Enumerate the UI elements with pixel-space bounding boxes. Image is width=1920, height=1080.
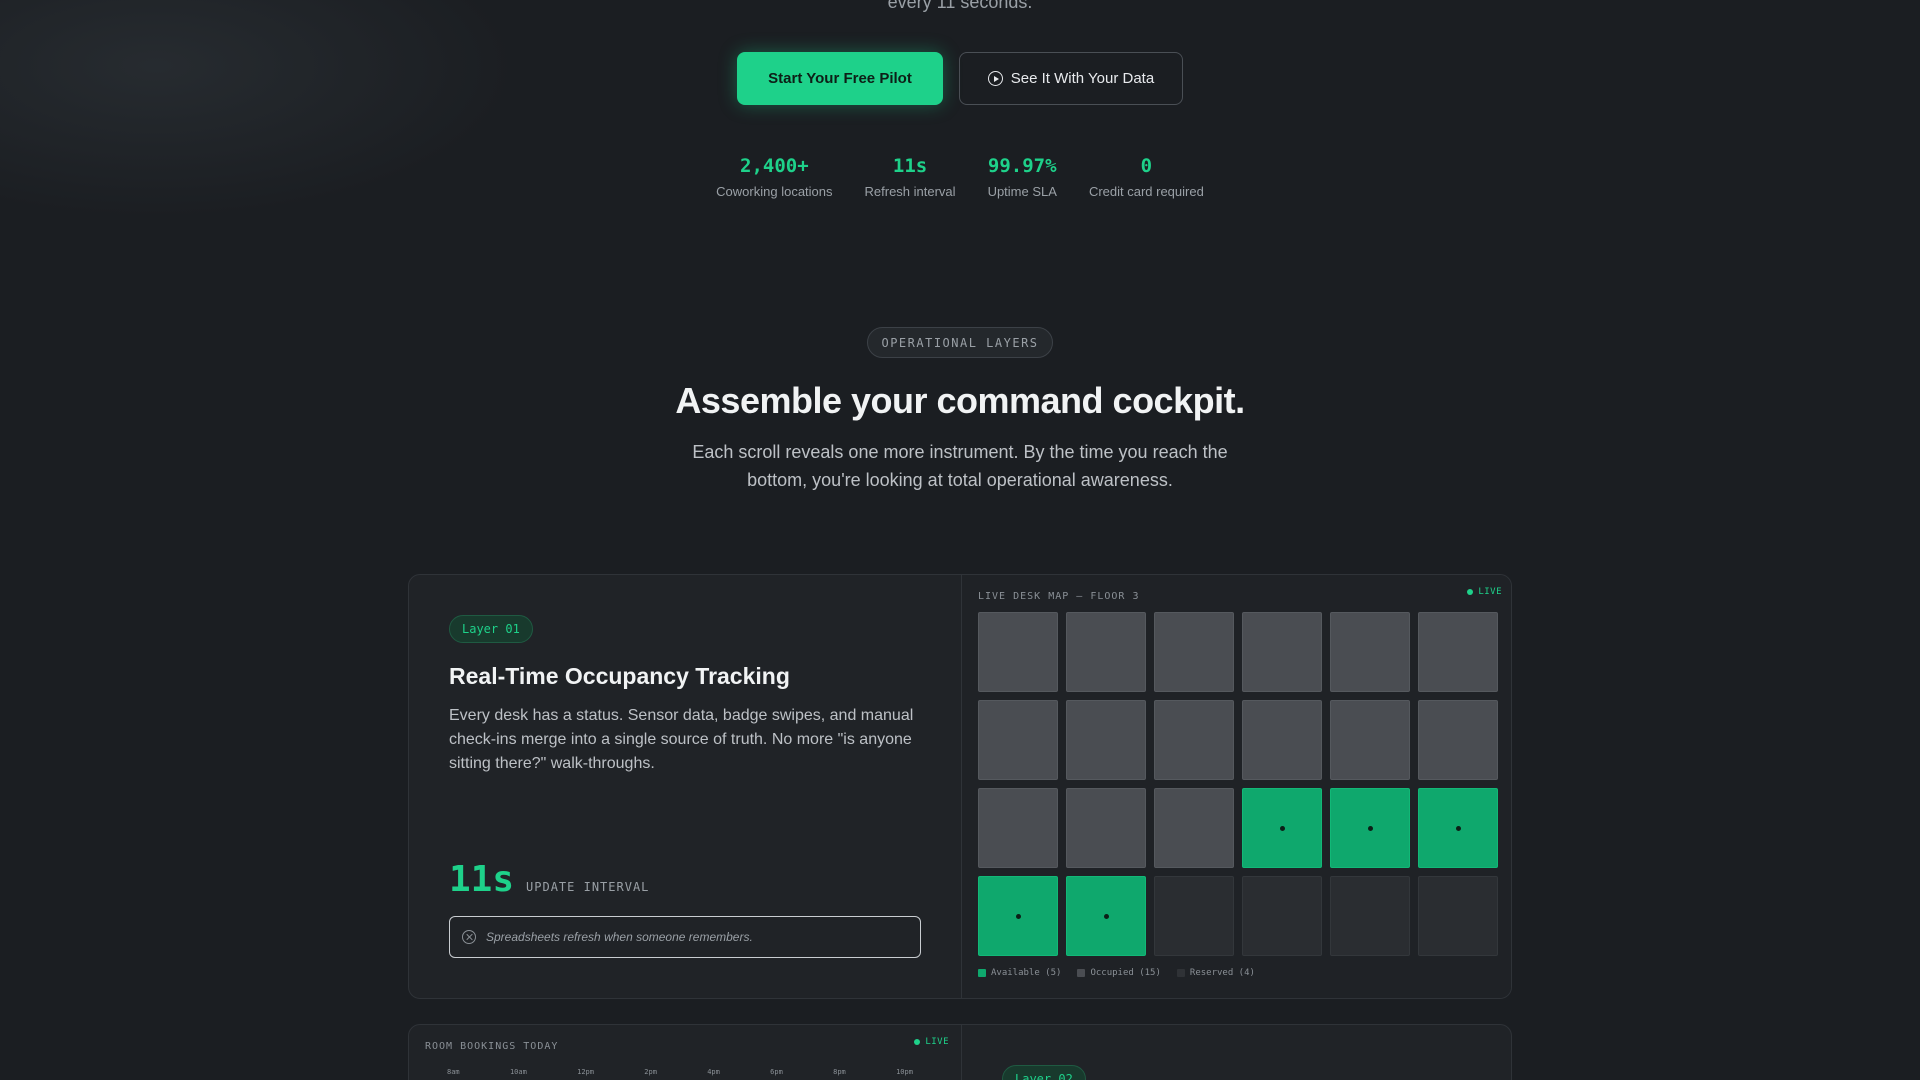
desk-map-label: LIVE DESK MAP — FLOOR 3	[978, 591, 1140, 602]
legend-label: Available (5)	[991, 968, 1062, 978]
stat-credit-card: 0 Credit card required	[1089, 155, 1204, 199]
legend-swatch	[978, 969, 986, 977]
time-tick: 8pm	[833, 1068, 846, 1076]
desk-reserved[interactable]	[1418, 876, 1498, 956]
desk-reserved[interactable]	[1330, 876, 1410, 956]
desk-occupied[interactable]	[1418, 700, 1498, 780]
live-label: LIVE	[1478, 587, 1502, 597]
comparison-note: Spreadsheets refresh when someone rememb…	[449, 916, 921, 958]
layer-badge: Layer 01	[449, 615, 533, 643]
stat-label: Credit card required	[1088, 184, 1204, 199]
time-tick: 2pm	[644, 1068, 657, 1076]
stat-uptime: 99.97% Uptime SLA	[988, 155, 1057, 199]
time-tick: 6pm	[770, 1068, 783, 1076]
see-it-with-your-data-button[interactable]: See It With Your Data	[959, 52, 1183, 105]
legend-label: Reserved (4)	[1189, 968, 1255, 978]
time-tick: 4pm	[707, 1068, 720, 1076]
layer-02-content: Layer 02	[961, 1025, 1511, 1080]
desk-occupied[interactable]	[1066, 612, 1146, 692]
desk-available[interactable]	[1242, 788, 1322, 868]
time-tick: 10pm	[896, 1068, 913, 1076]
desk-legend: Available (5) Occupied (15) Reserved (4)	[978, 968, 1498, 978]
desk-occupied[interactable]	[1154, 788, 1234, 868]
room-bookings-label: ROOM BOOKINGS TODAY	[425, 1041, 559, 1052]
legend-reserved: Reserved (4)	[1176, 968, 1255, 978]
desk-available[interactable]	[1330, 788, 1410, 868]
section-subtitle: Each scroll reveals one more instrument.…	[692, 442, 1228, 490]
desk-occupied[interactable]	[978, 612, 1058, 692]
stat-label: Coworking locations	[716, 184, 833, 199]
desk-occupied[interactable]	[1242, 700, 1322, 780]
time-tick: 12pm	[577, 1068, 594, 1076]
desk-reserved[interactable]	[1242, 876, 1322, 956]
desk-grid	[978, 612, 1498, 956]
desk-available[interactable]	[978, 876, 1058, 956]
stat-value: 99.97%	[987, 155, 1057, 177]
desk-reserved[interactable]	[1154, 876, 1234, 956]
desk-occupied[interactable]	[1066, 788, 1146, 868]
desk-occupied[interactable]	[1330, 612, 1410, 692]
metric-row: 11s UPDATE INTERVAL	[449, 859, 649, 900]
time-tick: 10am	[509, 1068, 527, 1076]
play-circle-icon	[987, 71, 1003, 86]
stat-label: Refresh interval	[864, 184, 956, 199]
stat-refresh: 11s Refresh interval	[865, 155, 956, 199]
legend-label: Occupied (15)	[1090, 968, 1161, 978]
desk-available[interactable]	[1066, 876, 1146, 956]
hero-subtitle-tail: every 11 seconds.	[887, 0, 1033, 12]
comparison-text: Spreadsheets refresh when someone rememb…	[486, 930, 753, 944]
desk-occupied[interactable]	[1154, 612, 1234, 692]
desk-occupied[interactable]	[1066, 700, 1146, 780]
live-indicator: LIVE	[914, 1037, 949, 1047]
desk-occupied[interactable]	[1330, 700, 1410, 780]
stat-value: 0	[1140, 155, 1153, 177]
desk-occupied[interactable]	[978, 788, 1058, 868]
layer-description: Every desk has a status. Sensor data, ba…	[449, 707, 914, 772]
section-eyebrow: OPERATIONAL LAYERS	[867, 327, 1053, 358]
stat-locations: 2,400+ Coworking locations	[716, 155, 832, 199]
cta-row: Start Your Free Pilot See It With Your D…	[0, 52, 1920, 105]
desk-occupied[interactable]	[978, 700, 1058, 780]
legend-swatch	[1176, 969, 1185, 977]
metric-value: 11s	[449, 859, 515, 900]
x-circle-icon	[462, 930, 476, 944]
legend-occupied: Occupied (15)	[1077, 968, 1161, 978]
desk-occupied[interactable]	[1242, 612, 1322, 692]
time-tick: 8am	[447, 1068, 460, 1076]
live-indicator: LIVE	[1467, 587, 1502, 597]
room-bookings-panel: ROOM BOOKINGS TODAY LIVE 8am 10am 12pm 2…	[409, 1025, 961, 1080]
desk-occupied[interactable]	[1154, 700, 1234, 780]
stat-label: Uptime SLA	[987, 184, 1057, 199]
hero-stats: 2,400+ Coworking locations 11s Refresh i…	[0, 155, 1920, 199]
stat-value: 2,400+	[740, 155, 809, 177]
live-dot-icon	[1467, 589, 1474, 595]
desk-map-panel: LIVE DESK MAP — FLOOR 3 LIVE Available (…	[961, 575, 1511, 998]
layer-badge: Layer 02	[1002, 1065, 1086, 1080]
start-free-pilot-button[interactable]: Start Your Free Pilot	[737, 52, 943, 105]
time-axis: 8am 10am 12pm 2pm 4pm 6pm 8pm 10pm	[425, 1068, 915, 1076]
layer-01-card: Layer 01 Real-Time Occupancy Tracking Ev…	[408, 574, 1512, 999]
desk-available[interactable]	[1418, 788, 1498, 868]
legend-swatch	[1077, 969, 1086, 977]
stat-value: 11s	[892, 155, 928, 177]
layer-01-content: Layer 01 Real-Time Occupancy Tracking Ev…	[409, 575, 961, 998]
metric-label: UPDATE INTERVAL	[526, 880, 650, 894]
legend-available: Available (5)	[978, 968, 1061, 978]
desk-occupied[interactable]	[1418, 612, 1498, 692]
live-label: LIVE	[925, 1037, 949, 1047]
see-it-with-your-data-label: See It With Your Data	[1010, 70, 1155, 87]
layer-02-card: ROOM BOOKINGS TODAY LIVE 8am 10am 12pm 2…	[408, 1024, 1512, 1080]
live-dot-icon	[914, 1039, 921, 1045]
layer-title: Real-Time Occupancy Tracking	[449, 663, 790, 689]
section-title: Assemble your command cockpit.	[675, 380, 1245, 421]
